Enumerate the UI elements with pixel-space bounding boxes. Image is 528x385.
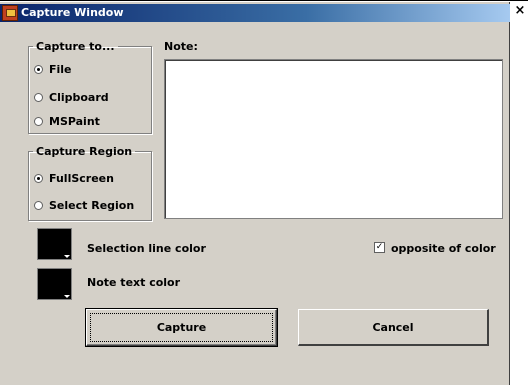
note-textarea[interactable]: [164, 59, 503, 219]
radio-dot: [34, 65, 43, 74]
capture-to-legend: Capture to...: [36, 40, 115, 53]
radio-dot: [34, 174, 43, 183]
selection-line-color-label: Selection line color: [87, 242, 206, 255]
title-bar[interactable]: Capture Window: [0, 4, 510, 22]
opposite-of-color-label: opposite of color: [391, 242, 496, 255]
radio-mspaint-label: MSPaint: [49, 115, 100, 128]
radio-dot: [34, 201, 43, 210]
radio-select-region[interactable]: Select Region: [34, 199, 134, 212]
close-button[interactable]: ×: [513, 4, 527, 18]
opposite-of-color-checkbox[interactable]: ✓: [374, 242, 385, 253]
radio-fullscreen[interactable]: FullScreen: [34, 172, 114, 185]
selection-line-color-swatch[interactable]: [37, 228, 72, 260]
radio-file[interactable]: File: [34, 63, 72, 76]
note-label: Note:: [164, 40, 198, 53]
capture-button[interactable]: Capture: [86, 309, 277, 346]
app-icon: [2, 5, 18, 21]
radio-mspaint[interactable]: MSPaint: [34, 115, 100, 128]
window-title: Capture Window: [21, 6, 124, 19]
note-text-color-label: Note text color: [87, 276, 181, 289]
note-text-color-swatch[interactable]: [37, 268, 72, 300]
radio-dot: [34, 93, 43, 102]
cancel-button[interactable]: Cancel: [298, 309, 489, 346]
dropdown-arrow-icon: [64, 255, 70, 258]
radio-select-region-label: Select Region: [49, 199, 135, 212]
radio-file-label: File: [49, 63, 72, 76]
radio-fullscreen-label: FullScreen: [49, 172, 114, 185]
top-edge-line: [0, 0, 528, 1]
radio-clipboard[interactable]: Clipboard: [34, 91, 109, 104]
capture-region-legend: Capture Region: [36, 145, 133, 158]
dropdown-arrow-icon: [64, 295, 70, 298]
radio-clipboard-label: Clipboard: [49, 91, 109, 104]
radio-dot: [34, 117, 43, 126]
